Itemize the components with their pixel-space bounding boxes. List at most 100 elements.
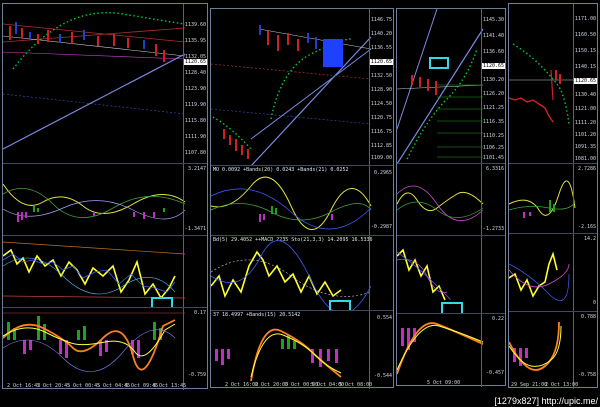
time-label: 5 Oct 08:00 xyxy=(339,382,373,388)
price-tick: 1119.90 xyxy=(184,102,206,108)
price-chart xyxy=(211,25,372,165)
price-tick: 1145.30 xyxy=(482,17,504,23)
time-label: 2 Oct 20:00 xyxy=(255,382,289,388)
price-tick: 1101.45 xyxy=(482,155,504,161)
current-price-label: 1120.65 xyxy=(573,78,597,84)
price-tick: 1109.00 xyxy=(370,155,392,161)
indicator-chart xyxy=(215,328,342,382)
price-tick: 1146.75 xyxy=(370,17,392,23)
indicator-tick: -1.3471 xyxy=(184,226,206,232)
indicator-pane-2[interactable] xyxy=(397,236,505,314)
indicator-chart xyxy=(211,240,372,310)
price-tick: 1121.25 xyxy=(482,105,504,111)
time-label: 5 Oct 09:00 xyxy=(427,380,461,386)
indicator-axis: 3.2147 -1.3471 xyxy=(183,164,207,235)
price-tick: 1126.20 xyxy=(482,91,504,97)
indicator-axis: 6.3316 -1.2733 xyxy=(481,164,505,235)
time-label: 2 Oct 16:45 xyxy=(7,383,41,389)
indicator-axis: 14.2 0 xyxy=(573,234,597,311)
time-axis: 2 Oct 16:45 2 Oct 20:45 5 Oct 00:45 5 Oc… xyxy=(3,380,207,390)
current-price-label: 1120.65 xyxy=(369,59,393,65)
indicator-axis: 0.17 -0.759 xyxy=(183,308,207,390)
time-label: 5 Oct 00:45 xyxy=(67,383,101,389)
chart-window-1[interactable]: 1139.60 1135.95 1132.05 1120.65 1128.40 … xyxy=(2,3,208,390)
price-tick: 1139.60 xyxy=(184,22,206,28)
indicator-pane-3[interactable]: 0.17 -0.759 2 Oct 16:45 2 Oct 20:45 5 Oc… xyxy=(3,308,207,390)
indicator-pane-2[interactable]: 14.2 0 xyxy=(509,234,597,312)
price-axis: 1171.00 1160.50 1150.15 1140.15 1120.65 … xyxy=(573,4,597,163)
price-tick: 1115.80 xyxy=(184,118,206,124)
indicator-tick: 0.2965 xyxy=(373,170,392,176)
price-tick: 1171.00 xyxy=(574,16,596,22)
time-label: 5 Oct 13:45 xyxy=(153,383,187,389)
price-tick: 1130.20 xyxy=(482,77,504,83)
indicator-pane-3[interactable]: 0.22 -0.457 5 Oct 09:00 xyxy=(397,314,505,387)
indicator-tick: -0.457 xyxy=(485,370,504,376)
indicator-pane-2[interactable] xyxy=(3,236,207,308)
indicator-pane-1[interactable]: 6.3316 -1.2733 xyxy=(397,164,505,236)
price-axis: 1145.30 1141.40 1136.60 1120.65 1130.20 … xyxy=(481,9,505,163)
indicator-tick: 0.788 xyxy=(580,314,596,320)
indicator-pane-2[interactable]: Bd(5) 29.4052 ++MACD 2235 Sto(21,3,3) 14… xyxy=(211,236,393,311)
price-pane[interactable]: 1146.75 1140.20 1136.55 1120.65 1132.50 … xyxy=(211,9,393,166)
price-tick: 1123.90 xyxy=(184,86,206,92)
price-tick: 1106.25 xyxy=(482,145,504,151)
indicator-pane-3[interactable]: 0.788 -0.758 29 Sep 21:00 2 Oct 13:00 xyxy=(509,312,597,389)
indicator-chart xyxy=(211,176,372,230)
indicator-axis xyxy=(369,236,393,310)
indicator-axis xyxy=(183,236,207,307)
indicator-tick: 6.3316 xyxy=(485,166,504,172)
current-price-label: 1120.65 xyxy=(481,63,505,69)
price-tick: 1101.20 xyxy=(574,132,596,138)
chart-window-4[interactable]: 1171.00 1160.50 1150.15 1140.15 1120.65 … xyxy=(508,3,598,389)
indicator-pane-1[interactable]: 2.7286 -2.16S xyxy=(509,164,597,234)
image-credit: [1279x827] http://upic.me/ xyxy=(494,396,598,406)
price-tick: 1120.75 xyxy=(370,115,392,121)
price-axis: 1139.60 1135.95 1132.05 1120.65 1128.40 … xyxy=(183,4,207,163)
price-tick: 1121.00 xyxy=(574,106,596,112)
highlight-box xyxy=(429,57,449,69)
time-axis: 2 Oct 16:00 2 Oct 20:00 5 Oct 00:00 5 Oc… xyxy=(211,379,393,389)
indicator-tick: 0.22 xyxy=(491,316,504,322)
price-tick: 1141.40 xyxy=(482,33,504,39)
indicator-axis xyxy=(481,236,505,313)
indicator-tick: -0.2987 xyxy=(370,224,392,230)
indicator-chart xyxy=(3,241,186,300)
indicator-tick: 2.7286 xyxy=(577,166,596,172)
price-tick: 1135.95 xyxy=(184,38,206,44)
indicator-tick: 14.2 xyxy=(583,236,596,242)
candles xyxy=(9,22,165,62)
price-tick: 1136.60 xyxy=(482,49,504,55)
indicator-axis: 2.7286 -2.16S xyxy=(573,164,597,233)
price-pane[interactable]: 1171.00 1160.50 1150.15 1140.15 1120.65 … xyxy=(509,4,597,164)
price-tick: 1116.75 xyxy=(370,129,392,135)
indicator-tick: 0.17 xyxy=(193,310,206,316)
indicator-tick: 3.2147 xyxy=(187,166,206,172)
indicator-tick: 0 xyxy=(592,300,596,306)
price-tick: 1116.35 xyxy=(482,119,504,125)
time-label: 2 Oct 16:00 xyxy=(225,382,259,388)
indicator-chart xyxy=(3,312,185,372)
indicator-pane-3[interactable]: 37 18.4997 +Bands(15) 20.5142 0.554 -0.5… xyxy=(211,311,393,389)
price-tick: 1140.20 xyxy=(370,31,392,37)
price-tick: 1160.50 xyxy=(574,32,596,38)
indicator-tick: 0.554 xyxy=(376,315,392,321)
indicator-tick: -0.758 xyxy=(577,372,596,378)
price-tick: 1111.20 xyxy=(574,120,596,126)
price-axis: 1146.75 1140.20 1136.55 1120.65 1132.50 … xyxy=(369,9,393,165)
indicator-axis: 0.2965 -0.2987 xyxy=(369,166,393,235)
price-chart xyxy=(3,12,186,150)
highlight-zone xyxy=(323,39,343,67)
price-tick: 1132.50 xyxy=(370,73,392,79)
price-tick: 1130.40 xyxy=(574,92,596,98)
indicator-tick: -0.759 xyxy=(187,372,206,378)
chart-window-2[interactable]: 1146.75 1140.20 1136.55 1120.65 1132.50 … xyxy=(210,8,394,389)
indicator-pane-1[interactable]: 3.2147 -1.3471 xyxy=(3,164,207,236)
price-tick: 1081.00 xyxy=(574,156,596,162)
time-axis: 5 Oct 09:00 xyxy=(397,377,505,387)
chart-window-3[interactable]: 1145.30 1141.40 1136.60 1120.65 1130.20 … xyxy=(396,8,506,387)
price-pane[interactable]: 1145.30 1141.40 1136.60 1120.65 1130.20 … xyxy=(397,9,505,164)
price-pane[interactable]: 1139.60 1135.95 1132.05 1120.65 1128.40 … xyxy=(3,4,207,164)
price-tick: 1107.80 xyxy=(184,150,206,156)
indicator-pane-1[interactable]: MO 0.0092 +Bands(20) 0.0243 +Bands(21) 0… xyxy=(211,166,393,236)
